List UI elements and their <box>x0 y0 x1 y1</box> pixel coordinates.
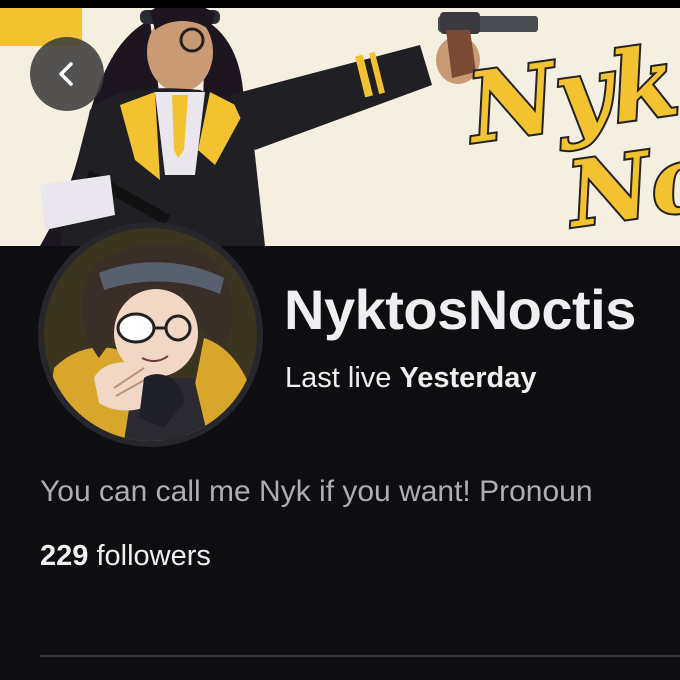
section-divider <box>40 655 680 657</box>
channel-banner: Nyk No <box>0 0 680 246</box>
channel-bio: You can call me Nyk if you want! Pronoun <box>40 475 593 508</box>
svg-text:No: No <box>559 124 680 246</box>
followers-number: 229 <box>40 540 89 572</box>
status-bar-strip <box>0 0 680 8</box>
followers-label: followers <box>96 540 211 572</box>
banner-artwork: Nyk No <box>0 3 680 246</box>
channel-name: NyktosNoctis <box>284 278 636 341</box>
chevron-left-icon <box>59 62 73 86</box>
avatar[interactable] <box>38 222 263 447</box>
avatar-artwork <box>44 228 257 441</box>
back-button[interactable] <box>30 37 104 111</box>
channel-profile-screen: Nyk No NyktosNoctis Last live Yesterday … <box>0 0 680 680</box>
last-live-label: Last live <box>285 362 392 394</box>
followers-count[interactable]: 229 followers <box>40 542 211 571</box>
last-live-value: Yesterday <box>399 362 537 394</box>
last-live-status: Last live Yesterday <box>285 364 537 393</box>
